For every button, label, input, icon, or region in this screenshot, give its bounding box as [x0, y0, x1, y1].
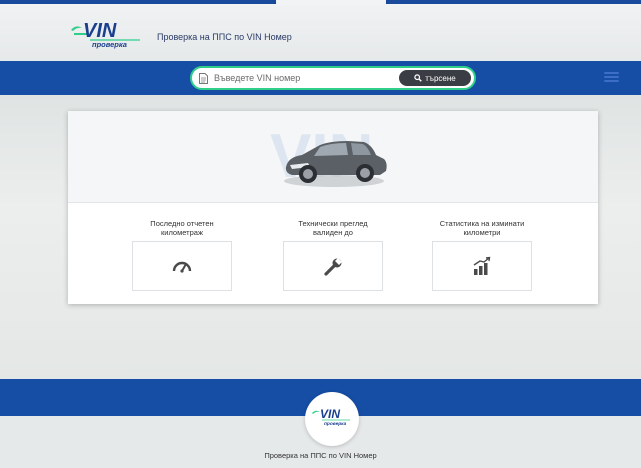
search-box: търсене [190, 66, 476, 90]
search-bar: търсене [0, 61, 641, 95]
footer-logo-text-top: VIN [320, 407, 340, 421]
logo[interactable]: VIN проверка [70, 20, 145, 50]
card-hero: VIN [68, 111, 598, 203]
header-title: Проверка на ППС по VIN Номер [157, 32, 292, 42]
feature-inspection: Технически преглед валиден до [283, 219, 383, 291]
speedometer-icon [172, 261, 192, 273]
footer-text: Проверка на ППС по VIN Номер [264, 451, 377, 460]
site-header: VIN проверка Проверка на ППС по VIN Номе… [0, 4, 641, 61]
feature-label: Последно отчетен километраж [150, 219, 214, 237]
bar-chart-icon [473, 256, 491, 275]
logo-leaf-icon [71, 26, 82, 31]
menu-icon[interactable] [604, 72, 619, 83]
feature-label: Технически преглед валиден до [298, 219, 368, 237]
search-icon [414, 74, 423, 82]
logo-text-top: VIN [83, 20, 117, 42]
feature-statistics: Статистика на изминати километри [432, 219, 532, 291]
document-icon [199, 73, 208, 84]
footer-logo-text-bottom: проверка [324, 422, 347, 427]
vin-search-input[interactable] [214, 70, 394, 86]
wrench-icon [324, 258, 342, 276]
feature-label: Статистика на изминати километри [439, 219, 525, 237]
feature-box[interactable] [432, 241, 532, 291]
search-button-label: търсене [425, 73, 456, 83]
vin-info-card: VIN Последно отчетен километраж Те [68, 111, 598, 304]
car-illustration: VIN [270, 122, 387, 191]
logo-text-bottom: проверка [92, 40, 127, 49]
footer-logo-badge[interactable]: VIN проверка [305, 392, 359, 446]
footer-logo: VIN проверка [312, 407, 350, 427]
feature-box[interactable] [132, 241, 232, 291]
feature-box[interactable] [283, 241, 383, 291]
feature-mileage: Последно отчетен километраж [132, 219, 232, 291]
search-button[interactable]: търсене [399, 70, 471, 86]
